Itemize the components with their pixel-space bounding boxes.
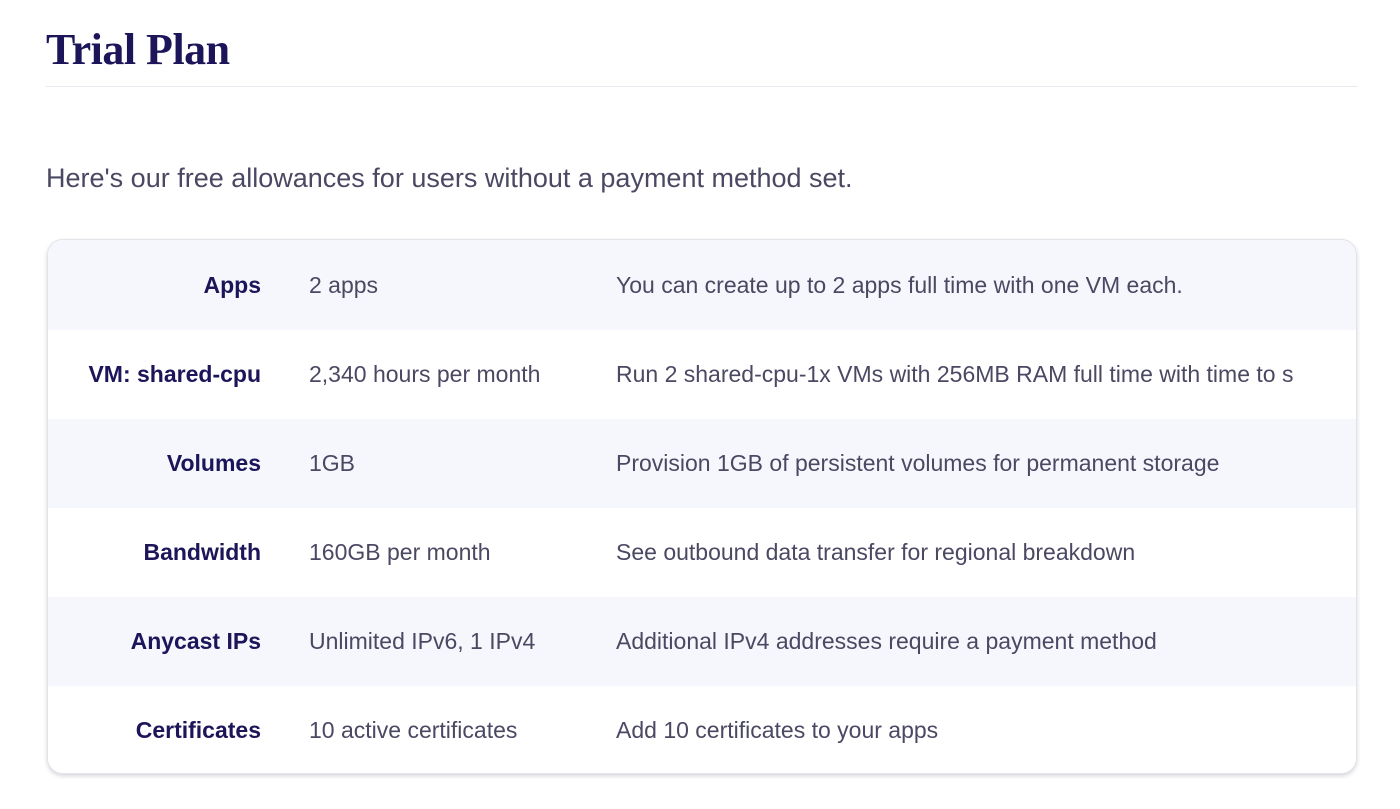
row-label: VM: shared-cpu	[88, 361, 261, 387]
intro-text: Here's our free allowances for users wit…	[46, 163, 853, 193]
row-amount: 2,340 hours per month	[309, 361, 541, 387]
row-description: Run 2 shared-cpu-1x VMs with 256MB RAM f…	[616, 361, 1294, 387]
row-description: You can create up to 2 apps full time wi…	[616, 271, 1183, 298]
row-amount: 10 active certificates	[309, 717, 518, 743]
table-row: Certificates 10 active certificates Add …	[48, 686, 1356, 773]
table-row: VM: shared-cpu 2,340 hours per month Run…	[48, 330, 1356, 419]
row-description: Additional IPv4 addresses require a paym…	[616, 628, 1157, 654]
row-description: Add 10 certificates to your apps	[616, 717, 939, 743]
table-row: Anycast IPs Unlimited IPv6, 1 IPv4 Addit…	[48, 597, 1356, 686]
allowances-table: Apps 2 apps You can create up to 2 apps …	[47, 239, 1357, 774]
row-description: Provision 1GB of persistent volumes for …	[616, 450, 1220, 476]
table-row: Bandwidth 160GB per month See outbound d…	[48, 508, 1356, 597]
row-label: Bandwidth	[143, 539, 261, 565]
table-row: Apps 2 apps You can create up to 2 apps …	[48, 240, 1356, 330]
table-row: Volumes 1GB Provision 1GB of persistent …	[48, 419, 1356, 508]
page-title: Trial Plan	[46, 25, 230, 74]
row-amount: 1GB	[309, 450, 356, 476]
row-amount: 2 apps	[309, 271, 379, 298]
page: Trial Plan Here's our free allowances fo…	[0, 0, 1400, 809]
row-label: Certificates	[135, 717, 261, 743]
title-divider	[46, 86, 1358, 87]
row-amount: Unlimited IPv6, 1 IPv4	[309, 628, 536, 654]
row-label: Volumes	[166, 450, 261, 476]
row-label: Apps	[203, 271, 262, 298]
row-label: Anycast IPs	[130, 628, 261, 654]
row-description: See outbound data transfer for regional …	[616, 539, 1136, 565]
row-amount: 160GB per month	[309, 539, 491, 565]
